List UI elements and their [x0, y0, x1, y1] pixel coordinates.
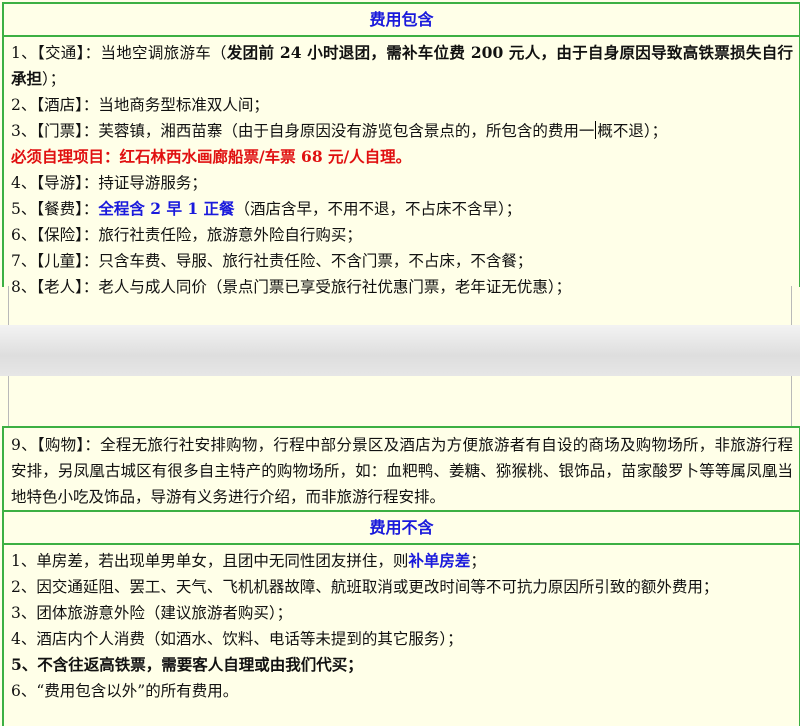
- include-item-insurance: 6、【保险】：旅行社责任险，旅游意外险自行购买；: [11, 226, 362, 244]
- page-corner-mark: [791, 376, 800, 426]
- exclude-item-accident-insurance: 3、团体旅游意外险（建议旅游者购买）；: [11, 604, 293, 622]
- include-item-meals: 5、【餐费】：全程含 2 早 1 正餐（酒店含早，不用不退，不占床不含早）；: [11, 199, 522, 218]
- exclude-item-other: 6、“费用包含以外”的所有费用。: [11, 682, 239, 700]
- fee-table-continued: 9、【购物】：全程无旅行社安排购物，行程中部分景区及酒店为方便旅游者有自设的商场…: [2, 426, 800, 726]
- fee-include-table: 费用包含 1、【交通】：当地空调旅游车（发团前 24 小时退团，需补车位费 20…: [2, 2, 800, 296]
- document-page-2: 9、【购物】：全程无旅行社安排购物，行程中部分景区及酒店为方便旅游者有自设的商场…: [0, 376, 800, 726]
- document-page-1: 费用包含 1、【交通】：当地空调旅游车（发团前 24 小时退团，需补车位费 20…: [0, 0, 800, 325]
- exclude-item-force-majeure: 2、因交通延阻、罢工、天气、飞机机器故障、航班取消或更改时间等不可抗力原因所引致…: [11, 578, 719, 596]
- include-item-tickets: 3、【门票】：芙蓉镇，湘西苗寨（由于自身原因没有游览包含景点的，所包含的费用一概…: [11, 121, 668, 140]
- page-corner-mark: [791, 286, 800, 327]
- include-item-transport: 1、【交通】：当地空调旅游车（发团前 24 小时退团，需补车位费 200 元人，…: [11, 43, 793, 88]
- page-break-gap: [0, 325, 800, 376]
- fee-include-header: 费用包含: [4, 2, 799, 37]
- include-item-guide: 4、【导游】：持证导游服务；: [11, 174, 207, 192]
- fee-exclude-header: 费用不含: [4, 510, 799, 545]
- include-item-children: 7、【儿童】：只含车费、导服、旅行社责任险、不含门票，不占床，不含餐；: [11, 252, 533, 270]
- page-corner-mark: [0, 286, 9, 327]
- include-item-shopping: 9、【购物】：全程无旅行社安排购物，行程中部分景区及酒店为方便旅游者有自设的商场…: [11, 436, 793, 506]
- include-item-hotel: 2、【酒店】：当地商务型标准双人间；: [11, 96, 269, 114]
- exclude-item-single-room: 1、单房差，若出现单男单女，且团中无同性团友拼住，则补单房差；: [11, 551, 486, 570]
- include-item-mandatory: 必须自理项目：红石林西水画廊船票/车票 68 元/人自理。: [11, 147, 412, 166]
- include-item-seniors: 8、【老人】：老人与成人同价（景点门票已享受旅行社优惠门票，老年证无优惠）；: [11, 278, 572, 296]
- exclude-item-personal: 4、酒店内个人消费（如酒水、饮料、电话等未提到的其它服务）；: [11, 630, 463, 648]
- page-corner-mark: [0, 376, 9, 426]
- exclude-item-train: 5、不含往返高铁票，需要客人自理或由我们代买；: [11, 655, 363, 674]
